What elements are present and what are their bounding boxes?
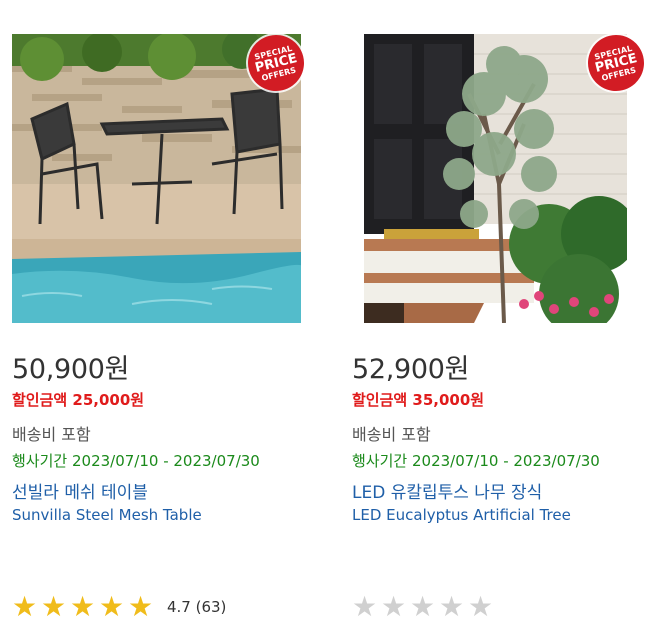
star-icon: ★ xyxy=(439,590,465,623)
star-icon: ★ xyxy=(41,590,67,623)
product-image[interactable] xyxy=(364,34,627,323)
discount-amount: 할인금액 25,000원 xyxy=(12,391,145,409)
promotion-period: 행사기간 2023/07/10 - 2023/07/30 xyxy=(352,450,600,471)
product-price: 50,900원 xyxy=(12,354,130,385)
product-card[interactable]: SPECIAL PRICE OFFERS 50,900원 할인금액 25,000… xyxy=(12,0,312,630)
product-name-en[interactable]: Sunvilla Steel Mesh Table xyxy=(12,506,202,524)
product-card[interactable]: SPECIAL PRICE OFFERS 52,900원 할인금액 35,000… xyxy=(352,0,652,630)
discount-amount: 할인금액 35,000원 xyxy=(352,391,485,409)
star-rating: ★ ★ ★ ★ ★ xyxy=(352,592,497,622)
promotion-period: 행사기간 2023/07/10 - 2023/07/30 xyxy=(12,450,260,471)
product-rating: ★ ★ ★ ★ ★ 4.7 (63) xyxy=(12,592,226,622)
star-icon: ★ xyxy=(99,590,125,623)
period-label: 행사기간 xyxy=(352,452,408,470)
product-name-ko[interactable]: 선빌라 메쉬 테이블 xyxy=(12,478,148,503)
star-icon: ★ xyxy=(12,590,38,623)
period-label: 행사기간 xyxy=(12,452,68,470)
period-value: 2023/07/10 - 2023/07/30 xyxy=(411,452,600,470)
star-icon: ★ xyxy=(352,590,378,623)
product-rating: ★ ★ ★ ★ ★ xyxy=(352,592,507,622)
shipping-info: 배송비 포함 xyxy=(12,425,91,444)
star-icon: ★ xyxy=(70,590,96,623)
product-name-en[interactable]: LED Eucalyptus Artificial Tree xyxy=(352,506,571,524)
star-icon: ★ xyxy=(128,590,154,623)
rating-value: 4.7 (63) xyxy=(167,598,227,616)
product-name-ko[interactable]: LED 유칼립투스 나무 장식 xyxy=(352,478,542,503)
star-icon: ★ xyxy=(381,590,407,623)
star-rating: ★ ★ ★ ★ ★ xyxy=(12,592,157,622)
product-price: 52,900원 xyxy=(352,354,470,385)
shipping-info: 배송비 포함 xyxy=(352,425,431,444)
star-icon: ★ xyxy=(468,590,494,623)
period-value: 2023/07/10 - 2023/07/30 xyxy=(71,452,260,470)
star-icon: ★ xyxy=(410,590,436,623)
